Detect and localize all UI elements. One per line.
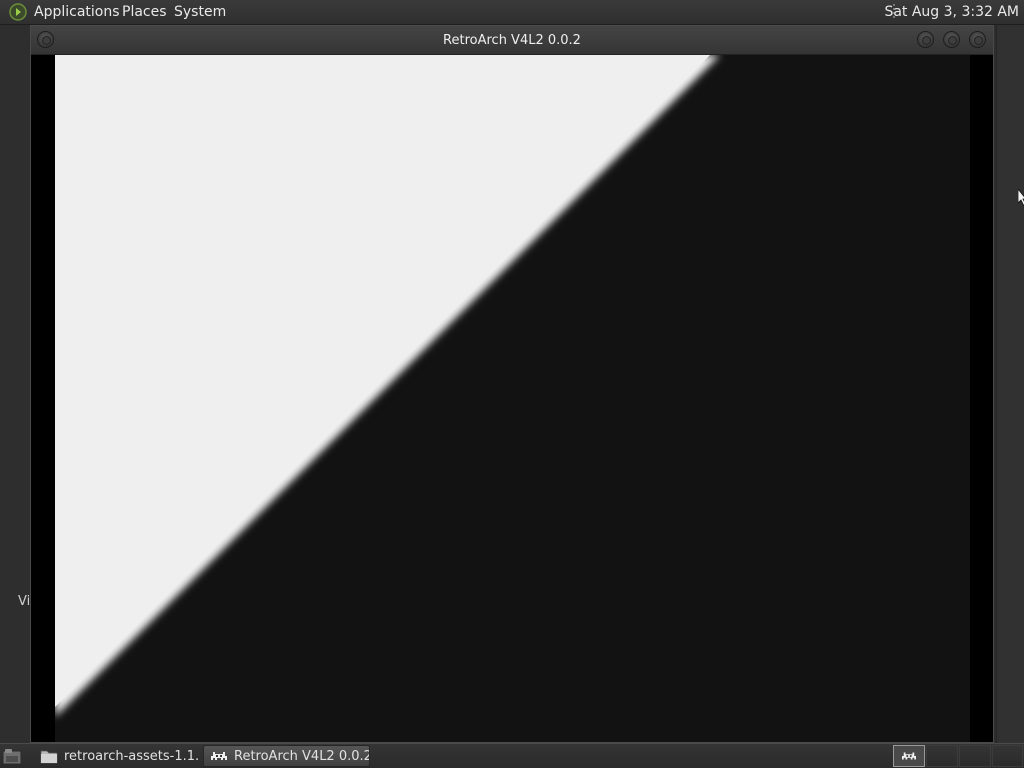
show-desktop-icon[interactable] <box>2 747 22 766</box>
menu-applications[interactable]: Applications <box>34 4 120 20</box>
desktop-side-panel <box>996 25 1024 743</box>
folder-icon <box>40 750 58 764</box>
panel-clock[interactable]: Sat Aug 3, 3:32 AM <box>884 4 1019 20</box>
retroarch-window[interactable]: RetroArch V4L2 0.0.2 <box>30 25 994 743</box>
video-output <box>55 55 970 742</box>
taskbar-item-retroarch[interactable]: RetroArch V4L2 0.0.2 <box>203 745 370 767</box>
window-title: RetroArch V4L2 0.0.2 <box>443 33 581 48</box>
minimize-button[interactable] <box>917 31 934 48</box>
workspace-2[interactable] <box>926 745 958 767</box>
top-panel: Applications Places System Sat Aug 3, 3:… <box>0 0 1024 25</box>
close-button[interactable] <box>969 31 986 48</box>
retroarch-invader-icon <box>211 752 227 760</box>
taskbar-item-label: RetroArch V4L2 0.0.2 <box>234 748 370 764</box>
workspace-1[interactable] <box>893 745 925 767</box>
workspace-3[interactable] <box>959 745 991 767</box>
taskbar-item-label: retroarch-assets-1.1... <box>64 748 200 764</box>
menu-logo-icon[interactable] <box>9 3 27 21</box>
desktop-icon-label[interactable]: Vi <box>18 594 30 609</box>
maximize-button[interactable] <box>943 31 960 48</box>
menu-system[interactable]: System <box>174 4 226 20</box>
mouse-cursor-icon <box>1018 189 1024 207</box>
window-titlebar[interactable]: RetroArch V4L2 0.0.2 <box>31 26 993 55</box>
workspace-4[interactable] <box>992 745 1023 767</box>
taskbar-item-assets-folder[interactable]: retroarch-assets-1.1... <box>34 745 200 767</box>
window-content <box>31 55 993 742</box>
menu-places[interactable]: Places <box>122 4 167 20</box>
bottom-panel: retroarch-assets-1.1... RetroArch V4L2 0… <box>0 743 1024 768</box>
retroarch-invader-icon <box>902 752 916 760</box>
